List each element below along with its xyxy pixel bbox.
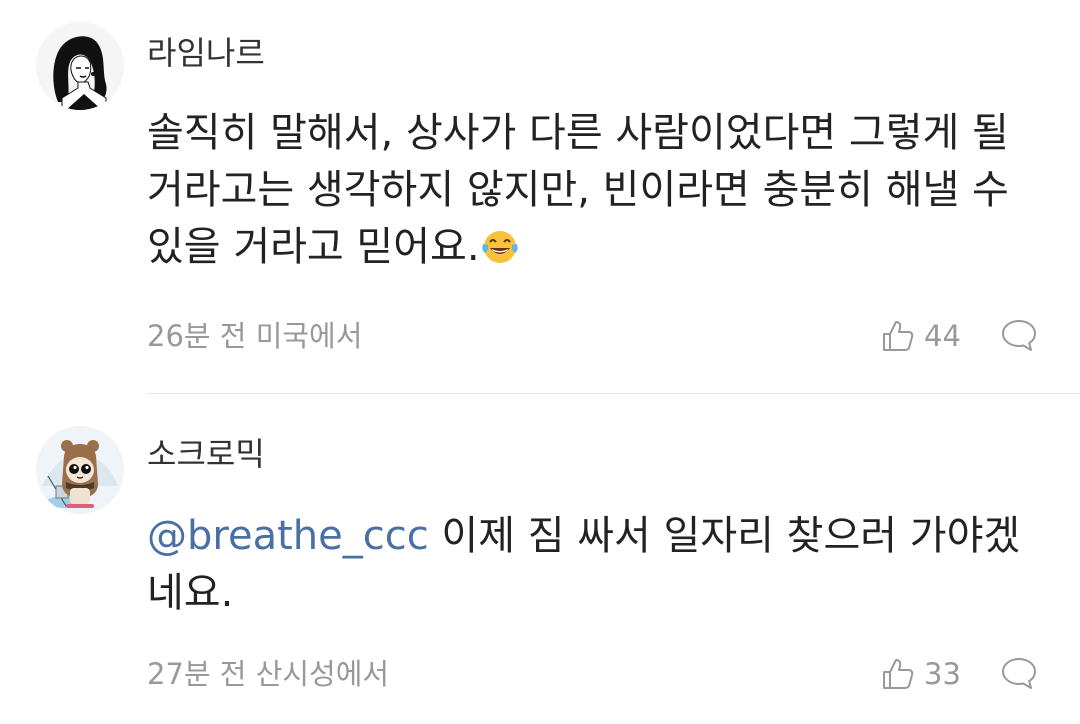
comment-meta: 27분 전 산시성에서 [147, 657, 390, 691]
username[interactable]: 라임나르 [147, 33, 265, 73]
avatar[interactable] [36, 426, 124, 514]
face-with-tears-of-joy-icon [481, 231, 518, 263]
avatar-cartoon-character-icon [36, 426, 124, 514]
speech-bubble-icon [1002, 658, 1036, 689]
like-count: 44 [924, 319, 961, 353]
mention-link[interactable]: @breathe_ccc [147, 513, 429, 559]
avatar[interactable] [36, 22, 124, 110]
reply-button[interactable] [1000, 316, 1038, 354]
thumbs-up-icon [883, 321, 914, 351]
comment-text-content: 솔직히 말해서, 상사가 다른 사람이었다면 그렇게 될 거라고는 생각하지 않… [147, 110, 1009, 270]
like-count: 33 [924, 657, 961, 691]
thumbs-up-icon [883, 659, 914, 689]
username[interactable]: 소크로믹 [147, 434, 265, 474]
speech-bubble-icon [1002, 320, 1036, 351]
reply-button[interactable] [1000, 654, 1038, 692]
comment-text: 솔직히 말해서, 상사가 다른 사람이었다면 그렇게 될 거라고는 생각하지 않… [147, 105, 1047, 276]
like-button[interactable]: 44 [880, 316, 961, 356]
avatar-woman-portrait-icon [36, 22, 124, 110]
comment-text: @breathe_ccc 이제 짐 싸서 일자리 찾으러 가야겠네요. [147, 508, 1047, 622]
comment-meta: 26분 전 미국에서 [147, 319, 363, 353]
comment-item: 소크로믹 @breathe_ccc 이제 짐 싸서 일자리 찾으러 가야겠네요.… [0, 394, 1080, 724]
comment-item: 라임나르 솔직히 말해서, 상사가 다른 사람이었다면 그렇게 될 거라고는 생… [0, 0, 1080, 393]
like-button[interactable]: 33 [880, 654, 961, 694]
